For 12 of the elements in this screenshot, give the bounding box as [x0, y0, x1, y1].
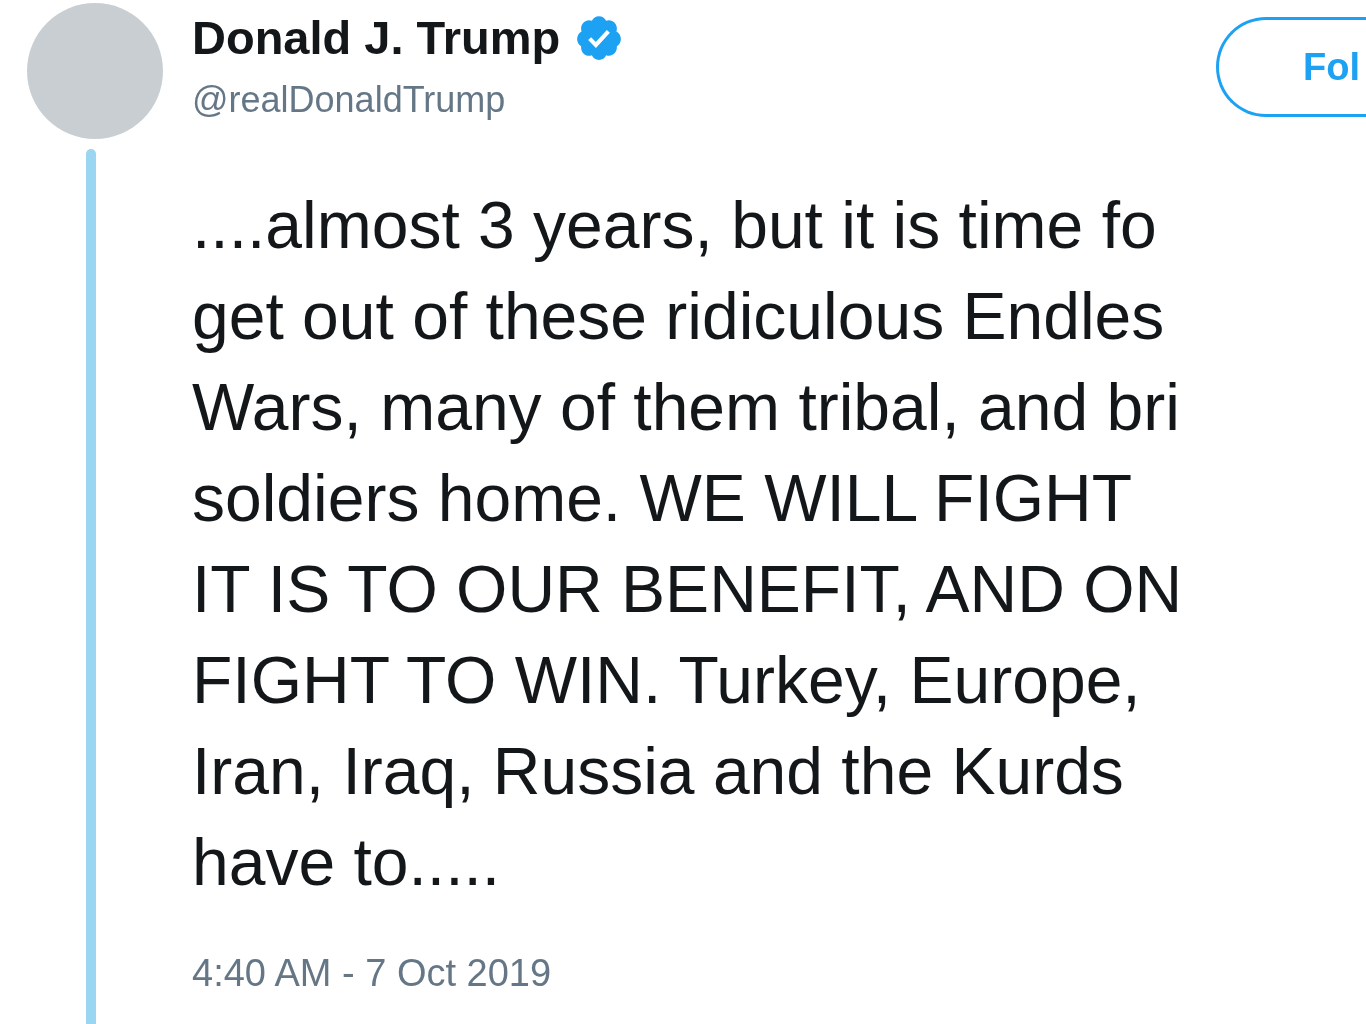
follow-button[interactable]: Fol: [1216, 17, 1366, 117]
tweet-text: get out of these ridiculous Endles: [192, 278, 1166, 355]
tweet-text: IT IS TO OUR BENEFIT, AND ON: [192, 551, 1184, 628]
timestamp[interactable]: 4:40 AM - 7 Oct 2019: [192, 952, 1366, 995]
author-name[interactable]: Donald J. Trump: [192, 10, 561, 65]
tweet-text: ....almost 3 years, but it is time fo: [192, 187, 1158, 264]
tweet-text: Wars, many of them tribal, and bri: [192, 369, 1181, 446]
tweet-text: soldiers home. WE WILL FIGHT: [192, 460, 1134, 537]
author-handle[interactable]: @realDonaldTrump: [192, 79, 625, 121]
tweet-text: have to.....: [192, 824, 502, 901]
tweet-text: FIGHT TO WIN. Turkey, Europe,: [192, 642, 1142, 719]
tweet-text: Iran, Iraq, Russia and the Kurds: [192, 733, 1125, 810]
